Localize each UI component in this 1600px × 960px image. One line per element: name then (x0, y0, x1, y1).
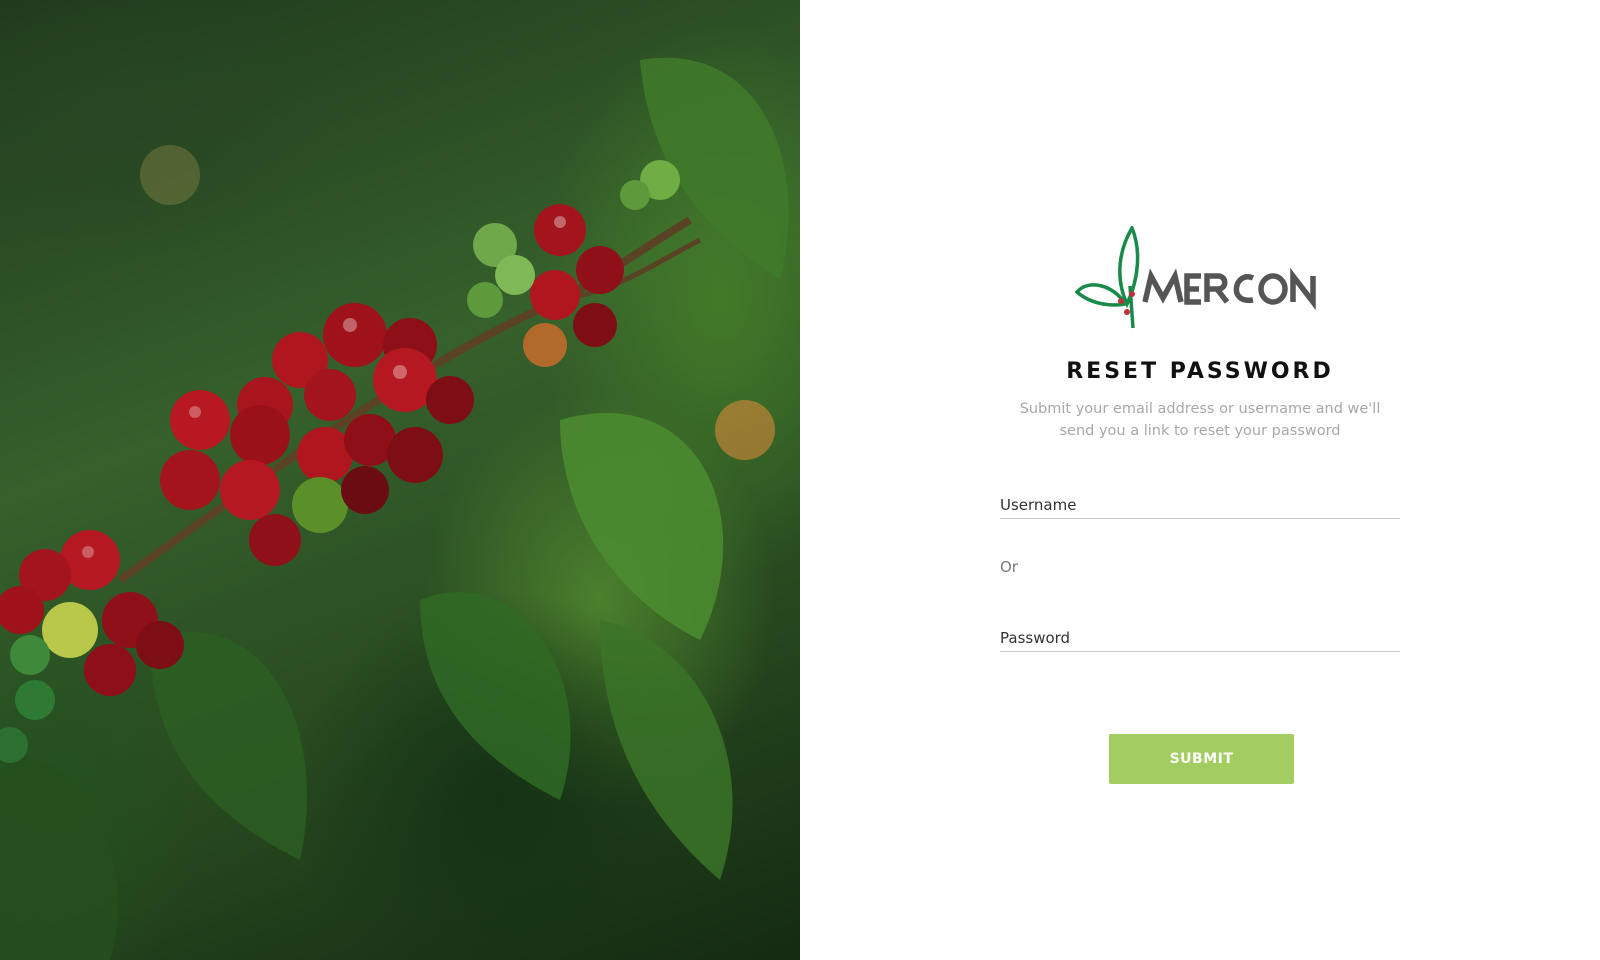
username-input[interactable] (1000, 496, 1400, 514)
page-subtitle: Submit your email address or username an… (1019, 401, 1381, 439)
hero-photo (0, 0, 800, 960)
or-separator: Or (1000, 558, 1018, 576)
page-title: RESET PASSWORD (1066, 359, 1334, 384)
mercon-logo (1075, 226, 1316, 329)
password-input[interactable] (1000, 629, 1400, 647)
submit-button[interactable]: SUBMIT (1109, 734, 1294, 784)
coffee-cherries-illustration (0, 57, 789, 960)
username-field[interactable] (1000, 483, 1400, 519)
reset-panel: RESET PASSWORD Submit your email address… (800, 0, 1600, 960)
password-field[interactable] (1000, 616, 1400, 652)
